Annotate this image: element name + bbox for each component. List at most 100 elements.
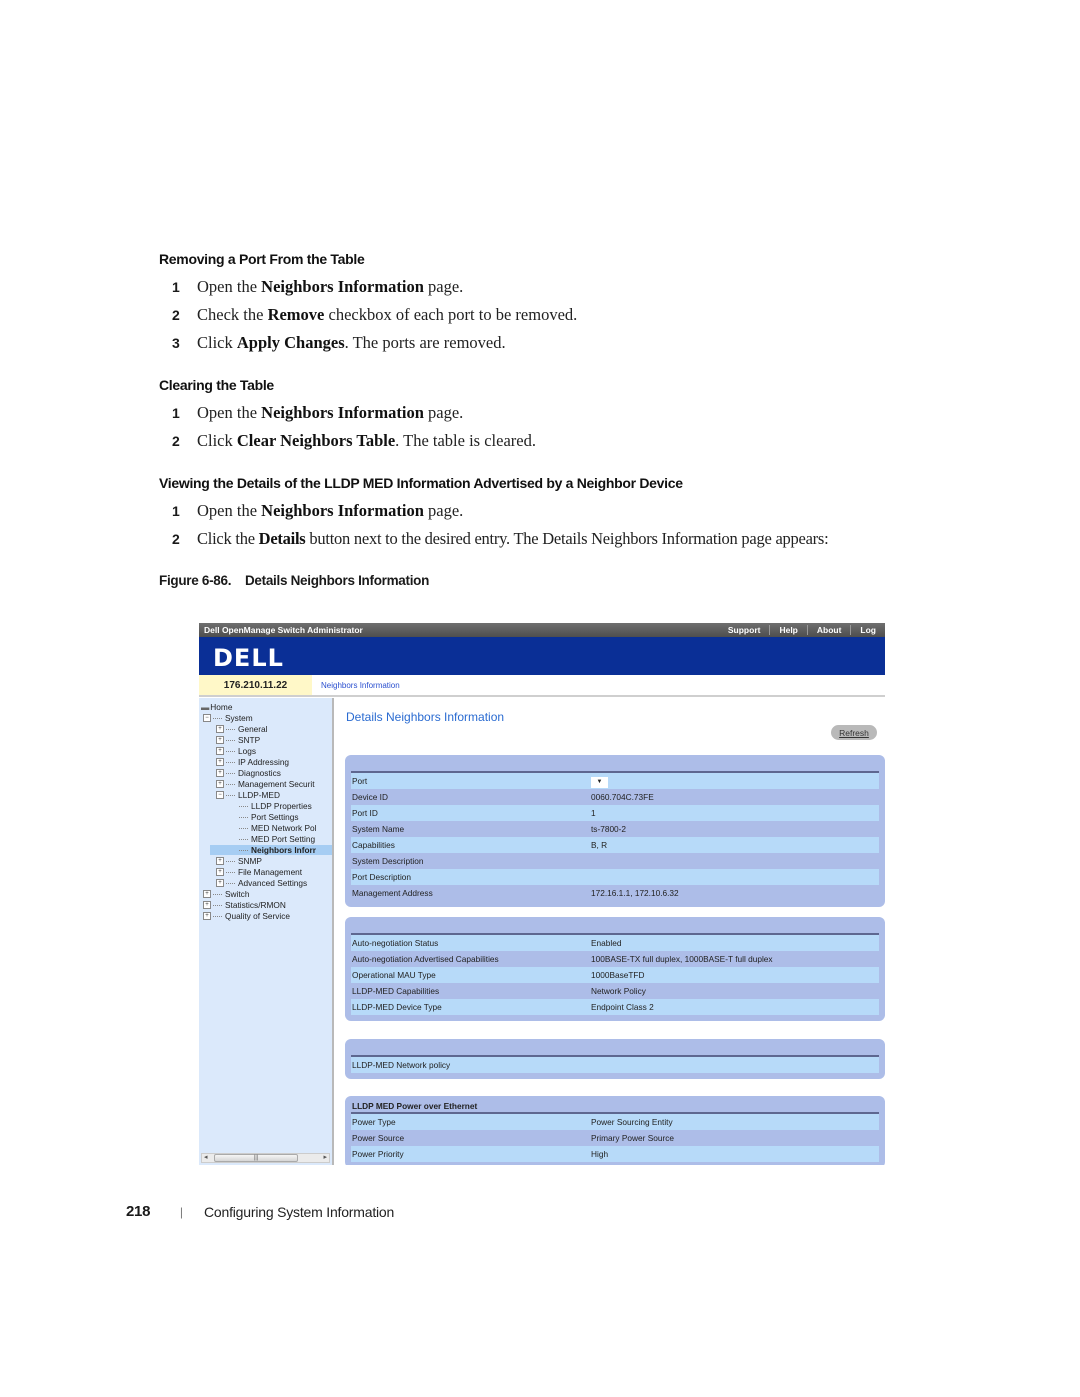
expand-icon[interactable]: +: [216, 725, 224, 733]
tree-item[interactable]: ▬ Home: [201, 702, 232, 712]
scrollbar-thumb[interactable]: |||: [214, 1154, 298, 1162]
table-row: Power Type Power Sourcing Entity: [351, 1114, 879, 1130]
field-value: Enabled: [591, 938, 622, 948]
step-text: Open the: [197, 403, 262, 422]
ui-term: Neighbors Information: [261, 501, 424, 520]
tree-item[interactable]: + Diagnostics: [216, 768, 281, 778]
tree-item-label: Logs: [238, 746, 256, 756]
step-number: 3: [172, 335, 180, 351]
field-value: Power Sourcing Entity: [591, 1117, 673, 1127]
expand-icon[interactable]: +: [203, 890, 211, 898]
step: 2 Click Clear Neighbors Table. The table…: [172, 431, 536, 451]
step: 1 Open the Neighbors Information page.: [172, 403, 463, 423]
horizontal-scrollbar[interactable]: ◂ ||| ▸: [201, 1153, 330, 1163]
tree-item-label: MED Network Pol: [251, 823, 317, 833]
tree-item[interactable]: MED Port Setting: [229, 834, 315, 844]
tree-item[interactable]: + Advanced Settings: [216, 878, 307, 888]
tree-item-label: Neighbors Inforr: [251, 845, 316, 855]
ui-term: Neighbors Information: [261, 277, 424, 296]
tree-item[interactable]: + Management Securit: [216, 779, 315, 789]
tree-item-label: System: [225, 713, 253, 723]
table-row: Power Priority High: [351, 1146, 879, 1162]
port-select[interactable]: ▼: [591, 776, 608, 788]
chevron-down-icon: ▼: [596, 778, 603, 785]
tree-connector: [226, 882, 235, 884]
field-value: 172.16.1.1, 172.10.6.32: [591, 888, 679, 898]
field-label: System Name: [352, 824, 405, 834]
tree-connector: [226, 739, 235, 741]
tree-item[interactable]: + Statistics/RMON: [203, 900, 286, 910]
tree-item[interactable]: + General: [216, 724, 268, 734]
poe-panel: LLDP MED Power over Ethernet Power Type P…: [345, 1096, 885, 1165]
logout-link[interactable]: Log: [850, 625, 885, 635]
field-value: B, R: [591, 840, 608, 850]
scroll-right-icon[interactable]: ▸: [323, 1153, 327, 1161]
field-label: LLDP-MED Device Type: [352, 1002, 442, 1012]
tree-connector: [239, 838, 248, 840]
tree-connector: [226, 750, 235, 752]
address-bar: 176.210.11.22 Neighbors Information: [199, 675, 885, 697]
refresh-button[interactable]: Refresh: [831, 725, 877, 740]
tree-item[interactable]: + Switch: [203, 889, 249, 899]
help-link[interactable]: Help: [769, 625, 806, 635]
tree-item-label: Port Settings: [251, 812, 299, 822]
step-text: Open the: [197, 277, 262, 296]
tree-item-label: Diagnostics: [238, 768, 281, 778]
figure-caption: Figure 6-86. Details Neighbors Informati…: [159, 573, 430, 588]
expand-icon[interactable]: +: [216, 769, 224, 777]
tree-item[interactable]: Neighbors Inforr: [210, 845, 332, 855]
neighbor-info-panel: Port ▼ Device ID 0060.704C.73FE Port ID 1 Syst…: [345, 755, 885, 907]
expand-icon[interactable]: +: [216, 736, 224, 744]
scroll-left-icon[interactable]: ◂: [204, 1153, 208, 1161]
step: 2 Check the Remove checkbox of each port…: [172, 305, 577, 325]
step-text: Click the: [197, 529, 259, 548]
page-number: 218: [126, 1203, 151, 1220]
tree-item[interactable]: + IP Addressing: [216, 757, 289, 767]
support-link[interactable]: Support: [719, 625, 770, 635]
field-value: ts-7800-2: [591, 824, 627, 834]
tree-connector: [239, 805, 248, 807]
tree-item[interactable]: MED Network Pol: [229, 823, 316, 833]
field-value: 0060.704C.73FE: [591, 792, 654, 802]
about-link[interactable]: About: [806, 625, 851, 635]
collapse-icon[interactable]: −: [216, 791, 224, 799]
tree-item[interactable]: + File Management: [216, 867, 302, 877]
step-text: . The table is cleared.: [395, 431, 536, 450]
table-row: LLDP-MED Device Type Endpoint Class 2: [351, 999, 879, 1015]
tree-connector: [226, 871, 235, 873]
field-label: System Description: [352, 856, 424, 866]
expand-icon[interactable]: +: [216, 868, 224, 876]
step-text: button next to the desired entry. The De…: [305, 529, 829, 548]
tree-item[interactable]: + SNMP: [216, 856, 262, 866]
tree-item[interactable]: Port Settings: [229, 812, 299, 822]
expand-icon[interactable]: +: [203, 901, 211, 909]
expand-icon[interactable]: +: [216, 747, 224, 755]
chapter-title: Configuring System Information: [204, 1204, 395, 1220]
tree-item-label: Quality of Service: [225, 911, 291, 921]
expand-icon[interactable]: +: [216, 879, 224, 887]
tree-item[interactable]: + Logs: [216, 746, 256, 756]
tree-connector: [226, 772, 235, 774]
tree-item[interactable]: − System: [203, 713, 253, 723]
table-row: Port ID 1: [351, 805, 879, 821]
network-policy-panel: LLDP-MED Network policy: [345, 1039, 885, 1079]
expand-icon[interactable]: +: [216, 758, 224, 766]
tree-item[interactable]: + Quality of Service: [203, 911, 290, 921]
breadcrumb[interactable]: Neighbors Information: [312, 675, 400, 695]
expand-icon[interactable]: +: [203, 912, 211, 920]
tree-item[interactable]: + SNTP: [216, 735, 260, 745]
tree-item[interactable]: − LLDP-MED: [216, 790, 280, 800]
step: 3 Click Apply Changes. The ports are rem…: [172, 333, 506, 353]
expand-icon[interactable]: +: [216, 857, 224, 865]
collapse-icon[interactable]: −: [203, 714, 211, 722]
table-row: LLDP-MED Capabilities Network Policy: [351, 983, 879, 999]
step: 1 Open the Neighbors Information page.: [172, 501, 463, 521]
banner: DELL: [199, 637, 885, 675]
expand-icon[interactable]: +: [216, 780, 224, 788]
step-number: 2: [172, 433, 180, 449]
field-label: Power Priority: [352, 1149, 404, 1159]
table-row: Power Source Primary Power Source: [351, 1130, 879, 1146]
field-label: Auto-negotiation Status: [352, 938, 439, 948]
tree-item[interactable]: LLDP Properties: [229, 801, 312, 811]
field-label: LLDP-MED Network policy: [352, 1060, 451, 1070]
